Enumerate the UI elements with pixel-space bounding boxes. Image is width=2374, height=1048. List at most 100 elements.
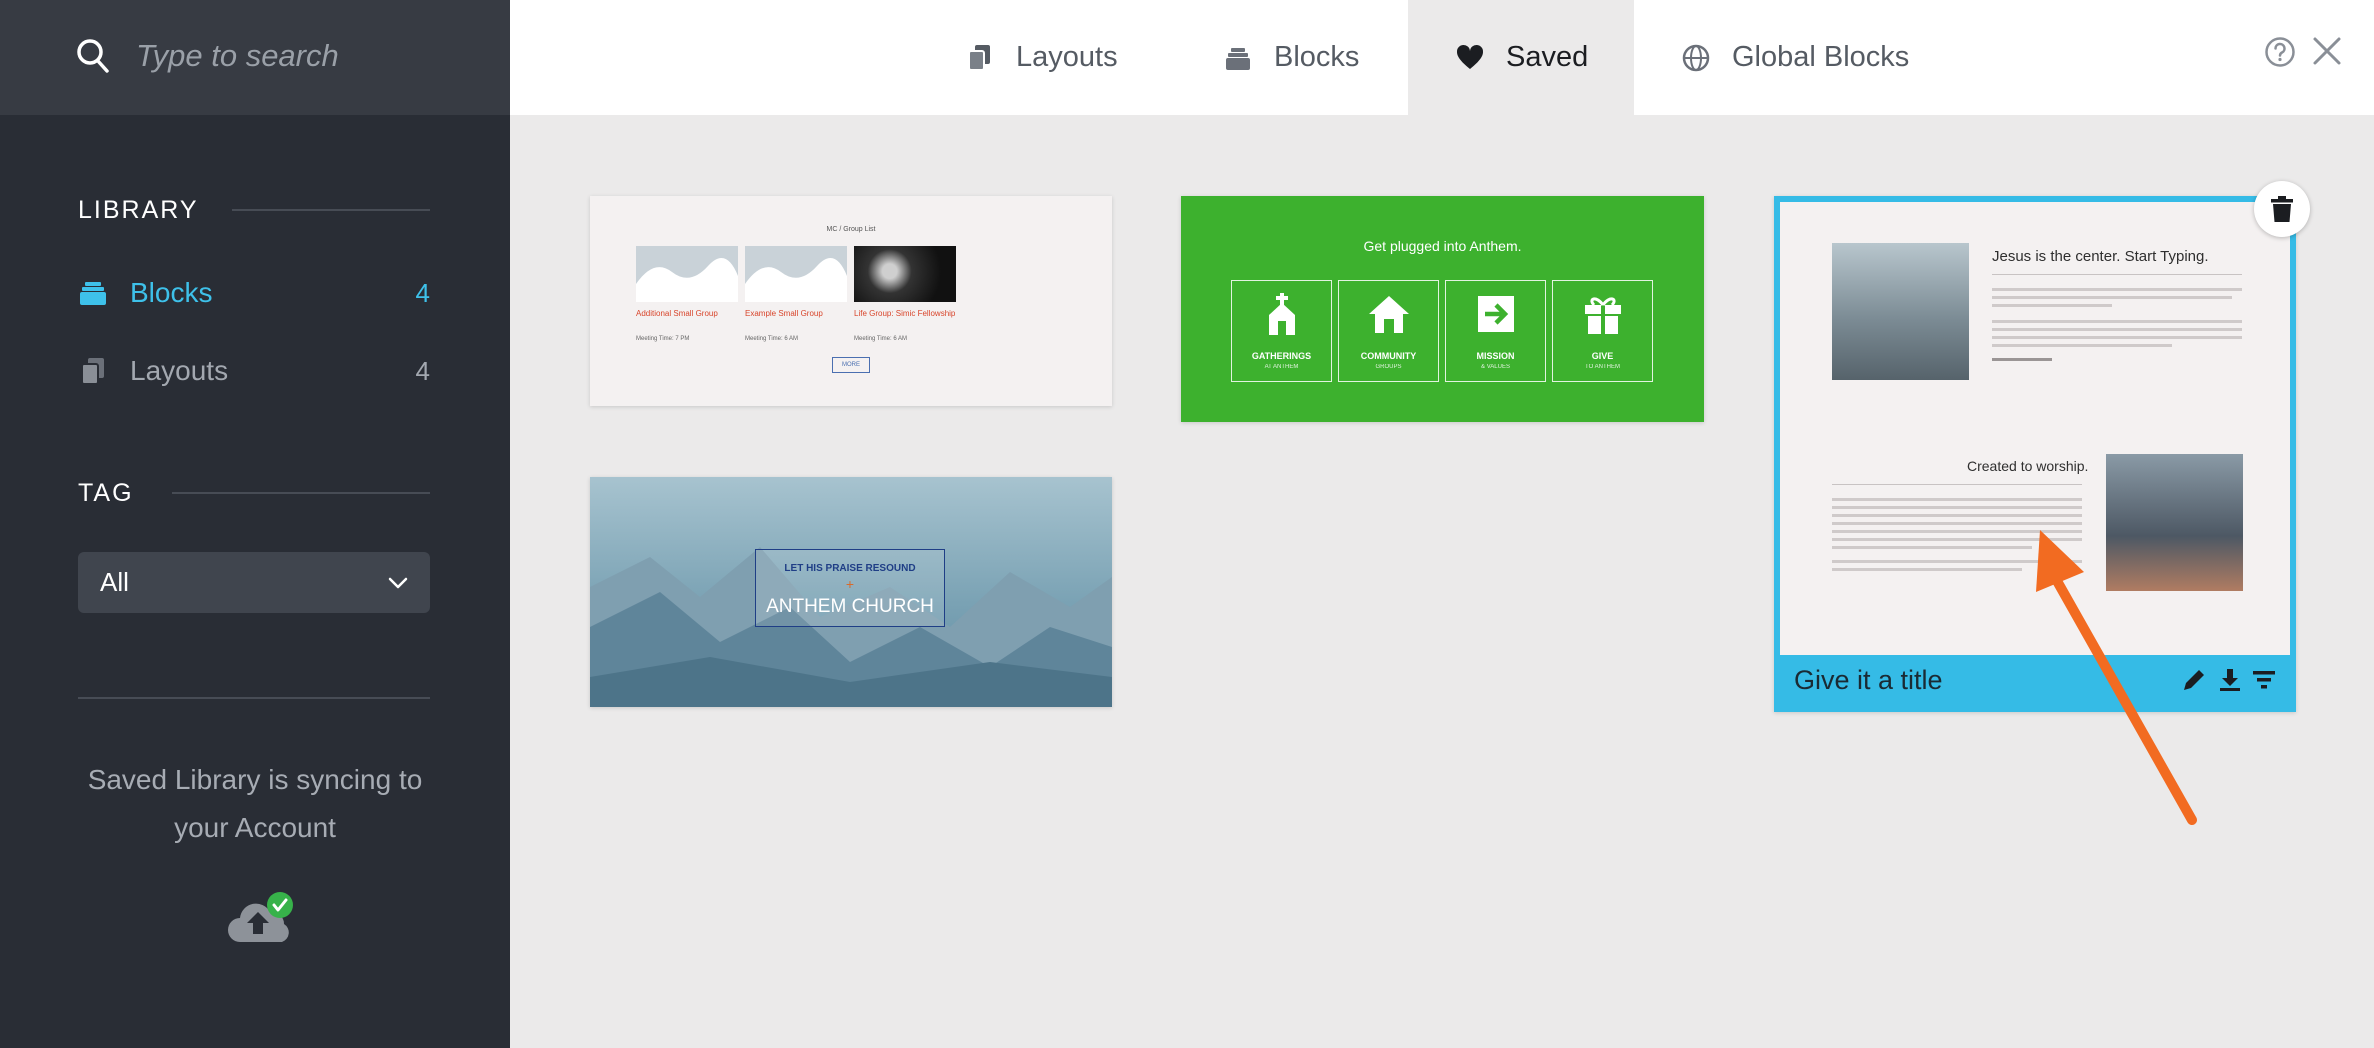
- preview-text-line: [1832, 530, 2082, 533]
- tag-heading: TAG: [78, 479, 134, 507]
- sync-status-text: Saved Library is syncing to your Account: [87, 764, 423, 843]
- preview-text-line: [1992, 320, 2242, 323]
- hero-tagline: LET HIS PRAISE RESOUND: [784, 563, 916, 574]
- preview-divider: [1992, 274, 2242, 275]
- heart-icon: [1456, 44, 1484, 69]
- group-detail: Meeting Time: 7 PM: [636, 336, 690, 342]
- preview-text-line: [1832, 498, 2082, 501]
- hero-title-box: LET HIS PRAISE RESOUND + ANTHEM CHURCH: [755, 549, 945, 627]
- arrow-box-icon: [1478, 296, 1514, 332]
- saved-block-card-selected[interactable]: Jesus is the center. Start Typing. Creat…: [1774, 196, 2296, 712]
- chevron-down-icon: [388, 577, 408, 588]
- mission-box: MISSION & VALUES: [1445, 280, 1546, 382]
- group-photo: [1832, 243, 1969, 380]
- placeholder-image: [745, 246, 847, 302]
- preview-text-line: [1992, 296, 2232, 299]
- give-box: GIVE TO ANTHEM: [1552, 280, 1653, 382]
- group-detail: Meeting Time: 6 AM: [854, 336, 908, 342]
- tag-select-value: All: [100, 567, 129, 597]
- community-box: COMMUNITY GROUPS: [1338, 280, 1439, 382]
- trash-icon: [2271, 196, 2293, 222]
- box-title: MISSION: [1476, 351, 1515, 361]
- preview-text-line: [1832, 538, 2082, 541]
- sidebar-item-layouts[interactable]: Layouts 4: [78, 351, 430, 391]
- gift-icon: [1585, 297, 1621, 334]
- hero-plus: +: [845, 576, 855, 592]
- gatherings-box: GATHERINGS AT ANTHEM: [1231, 280, 1332, 382]
- tab-global-blocks[interactable]: Global Blocks: [1682, 0, 1942, 115]
- sidebar-item-count: 4: [415, 355, 430, 386]
- sidebar-item-label: Blocks: [130, 277, 213, 308]
- preview-divider: [1832, 484, 2082, 485]
- home-icon: [1369, 296, 1409, 333]
- preview-text-line: [1832, 568, 2022, 571]
- card-preview-heading: Get plugged into Anthem.: [1363, 238, 1522, 254]
- church-icon: [1269, 293, 1295, 335]
- search-icon: [77, 39, 109, 73]
- delete-button[interactable]: [2254, 181, 2310, 237]
- layouts-icon: [968, 44, 990, 71]
- saved-block-card-group-list[interactable]: MC / Group List Additional Small Group E…: [590, 196, 1112, 406]
- box-title: GATHERINGS: [1251, 351, 1312, 361]
- card-preview: Jesus is the center. Start Typing. Creat…: [1780, 202, 2290, 655]
- tag-select[interactable]: All: [78, 552, 430, 613]
- group-name: Life Group: Simic Fellowship: [854, 309, 956, 318]
- worship-photo: [2106, 454, 2243, 591]
- tab-layouts[interactable]: Layouts: [966, 0, 1156, 115]
- box-subtitle: GROUPS: [1375, 364, 1402, 370]
- placeholder-image: [636, 246, 738, 302]
- preview-text-line: [1832, 514, 2082, 517]
- preview-heading: Jesus is the center. Start Typing.: [1992, 248, 2209, 265]
- search-input[interactable]: [136, 31, 476, 81]
- edit-icon[interactable]: [2180, 666, 2208, 694]
- preview-text-line: [1832, 506, 2082, 509]
- card-title[interactable]: Give it a title: [1794, 665, 1943, 696]
- tag-divider: [172, 492, 430, 494]
- blocks-icon: [80, 282, 106, 305]
- search-bar: [0, 0, 510, 115]
- box-subtitle: TO ANTHEM: [1585, 364, 1620, 370]
- tab-label: Layouts: [1016, 41, 1118, 73]
- download-icon[interactable]: [2216, 666, 2244, 694]
- preview-text-line: [1992, 328, 2242, 331]
- preview-heading: Created to worship.: [1967, 458, 2089, 474]
- box-title: COMMUNITY: [1360, 351, 1417, 361]
- box-subtitle: AT ANTHEM: [1264, 364, 1299, 370]
- tab-saved[interactable]: Saved: [1408, 0, 1634, 115]
- group-detail: Meeting Time: 6 AM: [745, 336, 799, 342]
- tab-label: Blocks: [1274, 41, 1360, 73]
- group-photo: [854, 246, 956, 302]
- sidebar-item-blocks[interactable]: Blocks 4: [78, 273, 430, 313]
- preview-text-line: [1992, 358, 2052, 361]
- saved-block-card-hero[interactable]: LET HIS PRAISE RESOUND + ANTHEM CHURCH: [590, 477, 1112, 707]
- more-button-preview: MORE: [832, 357, 870, 373]
- sync-divider: [78, 697, 430, 699]
- preview-text-line: [1992, 336, 2242, 339]
- saved-block-card-plugged-in[interactable]: Get plugged into Anthem. GATHERINGS AT A…: [1181, 196, 1704, 422]
- close-icon[interactable]: [2312, 36, 2342, 66]
- layouts-icon: [81, 358, 104, 385]
- preview-text-line: [1992, 304, 2112, 307]
- box-subtitle: & VALUES: [1481, 364, 1510, 370]
- globe-icon: [1682, 44, 1710, 71]
- help-icon[interactable]: [2264, 36, 2296, 68]
- blocks-icon: [1226, 47, 1250, 70]
- tab-label: Global Blocks: [1732, 41, 1910, 73]
- preview-text-line: [1832, 546, 2032, 549]
- tab-label: Saved: [1506, 41, 1589, 73]
- card-preview-heading: MC / Group List: [826, 226, 876, 233]
- sidebar-item-count: 4: [415, 277, 430, 308]
- preview-text-line: [1992, 344, 2172, 347]
- preview-text-line: [1832, 560, 2082, 563]
- group-name: Example Small Group: [745, 309, 823, 318]
- tab-blocks[interactable]: Blocks: [1224, 0, 1404, 115]
- hero-title: ANTHEM CHURCH: [766, 596, 934, 617]
- cloud-sync-icon: [228, 892, 293, 942]
- group-name: Additional Small Group: [636, 309, 718, 318]
- card-title-bar: Give it a title: [1780, 655, 2290, 706]
- preview-text-line: [1992, 288, 2242, 291]
- sidebar: LIBRARY Blocks 4 Layouts 4 TAG All Saved…: [0, 0, 510, 1048]
- preview-text-line: [1832, 522, 2082, 525]
- filter-icon[interactable]: [2250, 666, 2278, 694]
- box-title: GIVE: [1591, 351, 1614, 361]
